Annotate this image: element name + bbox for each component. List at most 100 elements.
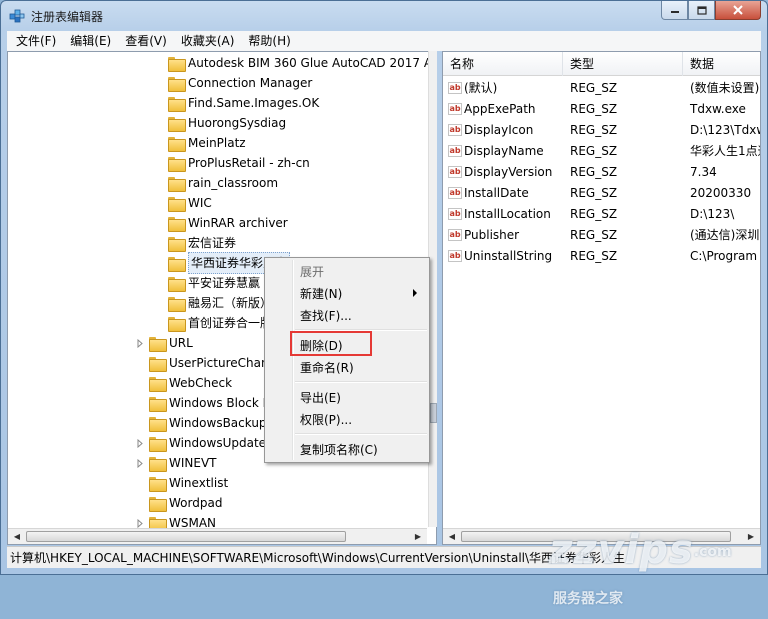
registry-editor-window: 注册表编辑器 文件(F) 编辑(E) 查看(V) 收藏夹(A) 帮助(H) Autode…: [0, 0, 768, 607]
column-header-0[interactable]: 名称: [443, 52, 563, 76]
tree-item-top-8[interactable]: Wordpad: [136, 493, 222, 513]
tree-item-top-2[interactable]: WebCheck: [136, 373, 232, 393]
tree-item-label: WindowsBackup: [169, 416, 267, 430]
expand-arrow-icon[interactable]: [136, 438, 145, 448]
tree-item-label: MeinPlatz: [188, 136, 246, 150]
close-button[interactable]: [715, 1, 761, 20]
context-menu-item-4[interactable]: 删除(D): [267, 334, 427, 356]
list-row[interactable]: ab (默认) REG_SZ (数值未设置): [443, 77, 760, 98]
maximize-icon: [696, 5, 707, 15]
tree-item-top-6[interactable]: WINEVT: [136, 453, 217, 473]
expand-arrow-icon[interactable]: [136, 338, 145, 348]
value-name: InstallLocation: [464, 206, 551, 221]
folder-icon: [168, 316, 186, 332]
tree-item-top-1[interactable]: UserPictureChange: [136, 353, 284, 373]
tree-item-sub-0[interactable]: Autodesk BIM 360 Glue AutoCAD 2017 Add-i…: [155, 53, 436, 73]
tree-item-sub-7[interactable]: WIC: [155, 193, 212, 213]
value-data: D:\123\: [690, 206, 735, 221]
value-type: REG_SZ: [570, 248, 618, 263]
tree-item-sub-5[interactable]: ProPlusRetail - zh-cn: [155, 153, 310, 173]
menu-item-2[interactable]: 查看(V): [118, 31, 174, 51]
folder-icon: [168, 116, 186, 132]
tree-item-sub-2[interactable]: Find.Same.Images.OK: [155, 93, 319, 113]
tree-item-top-5[interactable]: WindowsUpdate: [136, 433, 266, 453]
column-header-1[interactable]: 类型: [563, 52, 683, 76]
list-row[interactable]: ab AppExePath REG_SZ Tdxw.exe: [443, 98, 760, 119]
list-row[interactable]: abPublisher REG_SZ (通达信)深圳市: [443, 224, 760, 245]
column-header-2[interactable]: 数据: [683, 52, 760, 76]
value-type: REG_SZ: [570, 164, 618, 179]
tree-item-label: WinRAR archiver: [188, 216, 288, 230]
tree-item-label: WINEVT: [169, 456, 217, 470]
tree-horizontal-scroll-thumb[interactable]: [26, 531, 346, 542]
tree-item-sub-13[interactable]: 首创证券合一版: [155, 313, 272, 333]
tree-item-top-7[interactable]: Winextlist: [136, 473, 228, 493]
value-type: REG_SZ: [570, 206, 618, 221]
list-row[interactable]: ab InstallLocation REG_SZ D:\123\: [443, 203, 760, 224]
tree-horizontal-scrollbar[interactable]: ◀ ▶: [8, 528, 427, 544]
menu-item-0[interactable]: 文件(F): [9, 31, 63, 51]
folder-icon: [168, 96, 186, 112]
tree-item-sub-6[interactable]: rain_classroom: [155, 173, 278, 193]
tree-item-sub-12[interactable]: 融易汇（新版）: [155, 293, 272, 313]
maximize-button[interactable]: [688, 1, 715, 20]
context-menu-item-10[interactable]: 复制项名称(C): [267, 438, 427, 460]
tree-item-label: 融易汇（新版）: [188, 296, 273, 310]
list-row[interactable]: abDisplayIcon REG_SZ D:\123\Tdxw.exe: [443, 119, 760, 140]
menu-item-4[interactable]: 帮助(H): [241, 31, 297, 51]
tree-item-sub-3[interactable]: HuorongSysdiag: [155, 113, 286, 133]
string-value-icon: ab: [448, 249, 462, 262]
tree-item-sub-4[interactable]: MeinPlatz: [155, 133, 246, 153]
watermark: zzvips.com 服务器之家: [549, 527, 768, 607]
value-name-cell: ab UninstallString: [443, 249, 563, 263]
expand-arrow-icon[interactable]: [136, 458, 145, 468]
context-menu-item-7[interactable]: 导出(E): [267, 386, 427, 408]
value-name-cell: ab Publisher: [443, 228, 563, 242]
list-row[interactable]: ab DisplayVersion REG_SZ 7.34: [443, 161, 760, 182]
menu-item-3[interactable]: 收藏夹(A): [174, 31, 242, 51]
context-menu-item-2[interactable]: 查找(F)...: [267, 304, 427, 326]
tree-item-label: Connection Manager: [188, 76, 313, 90]
string-value-icon: ab: [448, 207, 462, 220]
context-menu-item-8[interactable]: 权限(P)...: [267, 408, 427, 430]
tree-item-sub-9[interactable]: 宏信证券: [155, 233, 236, 253]
values-list[interactable]: 名称 类型 数据 ab (默认) REG_SZ (数值未设置) ab AppExePath RE…: [442, 51, 761, 545]
tree-item-sub-11[interactable]: 平安证券慧赢: [155, 273, 260, 293]
tree-item-top-4[interactable]: WindowsBackup: [136, 413, 267, 433]
tree-item-sub-1[interactable]: Connection Manager: [155, 73, 312, 93]
tree-item-label: 首创证券合一版: [188, 316, 273, 330]
title-bar[interactable]: 注册表编辑器: [1, 1, 767, 31]
context-menu-item-label: 导出(E): [300, 390, 341, 405]
tree-item-label: WindowsUpdate: [169, 436, 267, 450]
value-name: AppExePath: [464, 101, 536, 116]
list-row[interactable]: ab InstallDate REG_SZ 20200330: [443, 182, 760, 203]
context-menu-item-5[interactable]: 重命名(R): [267, 356, 427, 378]
tree-item-sub-8[interactable]: WinRAR archiver: [155, 213, 288, 233]
expand-arrow-icon[interactable]: [136, 518, 145, 528]
folder-icon: [149, 376, 167, 392]
tree-vertical-scroll-thumb[interactable]: [430, 403, 437, 423]
submenu-arrow-icon: [413, 289, 417, 297]
scroll-right-arrow-icon[interactable]: ▶: [410, 529, 426, 544]
list-scroll-left-arrow-icon[interactable]: ◀: [444, 529, 460, 544]
tree-item-top-0[interactable]: URL: [136, 333, 193, 353]
tree-item-label: Find.Same.Images.OK: [188, 96, 320, 110]
menu-separator: [295, 433, 427, 435]
folder-icon: [149, 476, 167, 492]
minimize-button[interactable]: [661, 1, 688, 20]
context-menu-item-1[interactable]: 新建(N): [267, 282, 427, 304]
menu-item-1[interactable]: 编辑(E): [63, 31, 118, 51]
scroll-left-arrow-icon[interactable]: ◀: [9, 529, 25, 544]
list-row[interactable]: abUninstallString REG_SZ C:\Program Files: [443, 245, 760, 266]
list-row[interactable]: abDisplayName REG_SZ 华彩人生1点通: [443, 140, 760, 161]
value-name-cell: ab DisplayName: [443, 144, 563, 158]
folder-icon: [168, 156, 186, 172]
folder-icon: [149, 336, 167, 352]
